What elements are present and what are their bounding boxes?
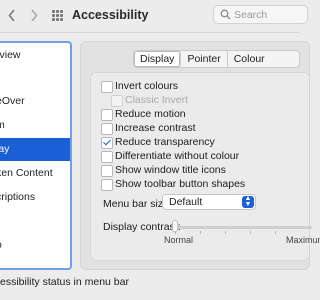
sidebar-item-zoom[interactable]: m: [0, 114, 70, 137]
checkbox[interactable]: [101, 151, 113, 163]
tab-bar: Display Pointer Colour Filters: [133, 50, 300, 68]
search-field[interactable]: [213, 5, 308, 24]
grid-icon[interactable]: [52, 10, 63, 21]
sidebar: rview eOver m lay ken Content criptions …: [0, 41, 72, 270]
window-title: Accessibility: [72, 8, 149, 22]
tab-colour-filters[interactable]: Colour Filters: [228, 51, 299, 67]
option-label: Increase contrast: [115, 122, 196, 134]
checkbox[interactable]: [101, 123, 113, 135]
checkbox[interactable]: [101, 81, 113, 93]
toolbar: Accessibility: [0, 0, 308, 33]
checkbox[interactable]: [101, 165, 113, 177]
search-input[interactable]: [234, 8, 304, 21]
accessibility-status-menu-bar-option[interactable]: essibility status in menu bar: [0, 276, 129, 288]
checkbox[interactable]: [101, 137, 113, 149]
slider-tick: [275, 231, 276, 234]
sidebar-item-spoken-content[interactable]: ken Content: [0, 162, 70, 185]
slider-max-label: Maximum: [286, 235, 320, 245]
display-contrast-label: Display contrast:: [103, 221, 181, 233]
sidebar-item-display[interactable]: lay: [0, 138, 70, 161]
sidebar-item-overview[interactable]: rview: [0, 44, 70, 67]
display-contrast-slider[interactable]: [172, 226, 312, 229]
search-icon: [220, 9, 231, 20]
option-label: Differentiate without colour: [115, 150, 240, 162]
slider-knob[interactable]: [172, 220, 178, 232]
sidebar-item-audio[interactable]: o: [0, 234, 70, 257]
sidebar-item-label: criptions: [0, 191, 36, 203]
option-label: Invert colours: [115, 80, 179, 92]
chevron-right-icon[interactable]: [30, 9, 38, 22]
checkbox[interactable]: [101, 109, 113, 121]
slider-tick: [200, 231, 201, 234]
sidebar-item-label: eOver: [0, 95, 25, 107]
sidebar-item-label: ken Content: [0, 167, 53, 179]
option-label: Reduce motion: [115, 108, 186, 120]
checkbox[interactable]: [101, 179, 113, 191]
checkbox[interactable]: [111, 95, 123, 107]
menu-bar-size-select[interactable]: Default ▲ ▼: [162, 194, 256, 210]
slider-tick: [225, 231, 226, 234]
sidebar-item-label: lay: [0, 143, 10, 155]
sidebar-item-2[interactable]: [0, 67, 70, 90]
sidebar-item-label: o: [0, 234, 2, 257]
chevron-updown-icon: ▲ ▼: [242, 195, 254, 208]
option-label: Show toolbar button shapes: [115, 178, 246, 190]
tab-display[interactable]: Display: [134, 51, 182, 67]
option-label: Show window title icons: [115, 164, 226, 176]
sidebar-item-8[interactable]: [0, 210, 70, 233]
sidebar-item-label: m: [0, 114, 5, 137]
option-label: Reduce transparency: [115, 136, 215, 148]
sidebar-item-descriptions[interactable]: criptions: [0, 186, 70, 209]
chevron-left-icon[interactable]: [8, 9, 16, 22]
slider-tick: [250, 231, 251, 234]
sidebar-item-label: rview: [0, 49, 21, 61]
option-label: Classic Invert: [125, 94, 189, 106]
tab-pointer[interactable]: Pointer: [181, 51, 228, 67]
sidebar-item-voiceover[interactable]: eOver: [0, 90, 70, 113]
slider-min-label: Normal: [164, 235, 194, 245]
select-value: Default: [169, 196, 203, 208]
